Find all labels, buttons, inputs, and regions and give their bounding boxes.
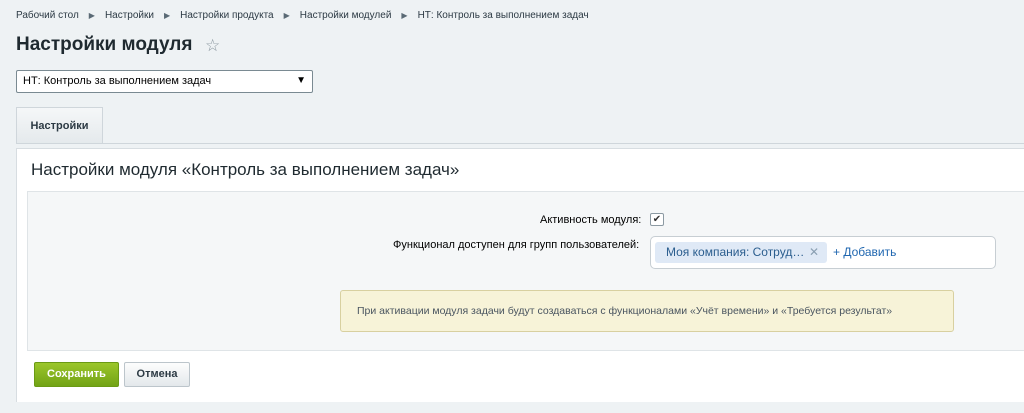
user-groups-selector[interactable]: Моя компания: Сотруд… ✕ + Добавить <box>650 236 996 269</box>
module-active-checkbox[interactable]: ✔ <box>650 213 664 226</box>
breadcrumb-separator-icon: ▶ <box>283 11 290 20</box>
add-group-link[interactable]: + Добавить <box>833 245 896 259</box>
breadcrumb-current-module[interactable]: НТ: Контроль за выполнением задач <box>418 10 589 21</box>
settings-panel: Настройки модуля «Контроль за выполнение… <box>16 148 1024 402</box>
breadcrumb-desktop[interactable]: Рабочий стол <box>16 10 79 21</box>
breadcrumb-settings[interactable]: Настройки <box>105 10 154 21</box>
tab-divider <box>16 143 1024 144</box>
save-button[interactable]: Сохранить <box>34 362 119 387</box>
panel-title: Настройки модуля «Контроль за выполнение… <box>31 160 460 179</box>
page-title: Настройки модуля <box>16 34 193 55</box>
close-icon[interactable]: ✕ <box>809 245 819 259</box>
module-select[interactable]: НТ: Контроль за выполнением задач ▼ <box>16 70 313 93</box>
breadcrumb-separator-icon: ▶ <box>401 11 408 20</box>
chevron-down-icon: ▼ <box>296 75 306 86</box>
user-group-tag[interactable]: Моя компания: Сотруд… ✕ <box>655 242 827 263</box>
user-groups-label: Функционал доступен для групп пользовате… <box>393 239 640 251</box>
breadcrumb-module-settings[interactable]: Настройки модулей <box>300 10 392 21</box>
tab-settings[interactable]: Настройки <box>16 107 103 144</box>
star-icon[interactable]: ☆ <box>205 36 220 56</box>
breadcrumb-product-settings[interactable]: Настройки продукта <box>180 10 273 21</box>
info-notice: При активации модуля задачи будут создав… <box>340 290 954 332</box>
breadcrumb-separator-icon: ▶ <box>163 11 171 20</box>
module-active-label: Активность модуля: <box>540 214 642 226</box>
module-select-value: НТ: Контроль за выполнением задач <box>23 75 212 87</box>
user-group-tag-label: Моя компания: Сотруд… <box>666 245 805 259</box>
breadcrumb-separator-icon: ▶ <box>88 11 95 20</box>
breadcrumb: Рабочий стол ▶ Настройки ▶ Настройки продукт… <box>16 10 589 21</box>
checkmark-icon: ✔ <box>652 214 662 225</box>
cancel-button[interactable]: Отмена <box>124 362 190 387</box>
form-area: Активность модуля: ✔ Функционал доступен… <box>27 191 1024 351</box>
